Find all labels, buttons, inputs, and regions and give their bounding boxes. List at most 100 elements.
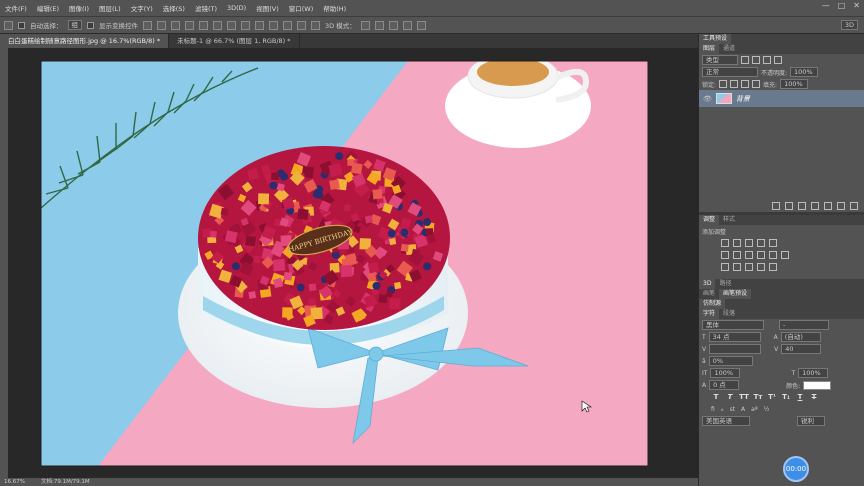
close-icon[interactable]: ✕ (853, 1, 860, 10)
distribute-top-icon[interactable] (227, 20, 236, 30)
filter-pixel-icon[interactable] (741, 56, 749, 64)
menu-type[interactable]: 文字(Y) (126, 3, 158, 13)
tab-untitled-document[interactable]: 未标题-1 @ 66.7% (图层 1, RGB/8) * (169, 34, 300, 48)
vscale-input[interactable]: 100% (710, 368, 741, 378)
tab-paragraph[interactable]: 段落 (719, 309, 739, 319)
fraction-icon[interactable]: ½ (764, 406, 770, 413)
distribute-bottom-icon[interactable] (255, 20, 264, 30)
color-lookup-icon[interactable] (781, 251, 789, 259)
brightness-icon[interactable] (721, 239, 729, 247)
baseline-input[interactable]: 0 点 (709, 380, 740, 390)
align-hcenter-icon[interactable] (199, 20, 208, 30)
new-layer-icon[interactable] (837, 202, 845, 210)
filter-shape-icon[interactable] (774, 56, 782, 64)
link-icon[interactable] (772, 202, 780, 210)
faux-bold-button[interactable]: T (711, 393, 721, 401)
text-color-swatch[interactable] (803, 380, 832, 390)
layer-row-background[interactable]: 👁 背景 (699, 90, 864, 107)
ligature-icon[interactable]: fi (711, 406, 715, 413)
underline-button[interactable]: T (795, 393, 805, 401)
3d-drag-icon[interactable] (388, 20, 398, 30)
threshold-icon[interactable] (745, 263, 753, 271)
workspace-select[interactable]: 3D (840, 20, 858, 30)
distribute-vcenter-icon[interactable] (241, 20, 250, 30)
maximize-icon[interactable]: □ (838, 1, 846, 10)
3d-scale-icon[interactable] (416, 20, 426, 30)
bw-icon[interactable] (745, 251, 753, 259)
menu-filter[interactable]: 滤镜(T) (190, 3, 222, 13)
menu-help[interactable]: 帮助(H) (318, 3, 351, 13)
zoom-level[interactable]: 16.67% (4, 478, 25, 486)
exposure-icon[interactable] (757, 239, 765, 247)
tab-channels[interactable]: 通道 (719, 44, 739, 54)
ordinal-icon[interactable]: aª (751, 406, 758, 413)
tab-clone-source[interactable]: 仿制源 (699, 299, 726, 309)
lock-position-icon[interactable] (741, 80, 750, 88)
balance-icon[interactable] (733, 251, 741, 259)
faux-italic-button[interactable]: T (725, 393, 735, 401)
tsume-input[interactable]: 0% (708, 356, 753, 366)
distribute-right-icon[interactable] (297, 20, 306, 30)
tab-brush-presets[interactable]: 画笔预设 (719, 289, 752, 299)
lock-image-icon[interactable] (730, 80, 739, 88)
minimize-icon[interactable]: — (822, 1, 830, 10)
target-select[interactable]: 组 (67, 20, 82, 30)
language-select[interactable]: 美国英语 (702, 416, 750, 426)
3d-slide-icon[interactable] (402, 20, 412, 30)
font-size-input[interactable]: 34 点 (708, 332, 761, 342)
trash-icon[interactable] (850, 202, 858, 210)
fx-icon[interactable] (785, 202, 793, 210)
selective-color-icon[interactable] (769, 263, 777, 271)
tab-cake-document[interactable]: 白白蛋糕绘制随意路径图形.jpg @ 16.7%(RGB/8) * (0, 34, 170, 48)
font-family-select[interactable]: 黑体 (702, 320, 764, 330)
tab-layers[interactable]: 图层 (699, 44, 720, 54)
opacity-input[interactable]: 100% (790, 67, 819, 77)
titling-icon[interactable]: A (741, 406, 745, 413)
gradient-map-icon[interactable] (757, 263, 765, 271)
font-style-select[interactable]: - (779, 320, 829, 330)
superscript-button[interactable]: T¹ (767, 393, 777, 401)
folder-icon[interactable] (824, 202, 832, 210)
tab-tool-presets[interactable]: 工具预设 (699, 34, 732, 44)
kerning-input[interactable] (709, 344, 762, 354)
menu-select[interactable]: 选择(S) (158, 3, 190, 13)
curves-icon[interactable] (745, 239, 753, 247)
distribute-left-icon[interactable] (269, 20, 278, 30)
menu-3d[interactable]: 3D(D) (222, 4, 251, 12)
tracking-input[interactable]: 40 (781, 344, 822, 354)
tab-adjustments[interactable]: 调整 (699, 215, 720, 225)
tab-paths[interactable]: 路径 (715, 279, 735, 289)
menu-window[interactable]: 窗口(W) (284, 3, 319, 13)
levels-icon[interactable] (733, 239, 741, 247)
menu-image[interactable]: 图像(I) (64, 3, 94, 13)
distribute-hcenter-icon[interactable] (283, 20, 292, 30)
canvas-area[interactable]: HAPPY BIRTHDAY (8, 48, 698, 478)
filter-type-icon[interactable] (763, 56, 771, 64)
eye-icon[interactable]: 👁 (703, 95, 712, 103)
vibrance-icon[interactable] (721, 251, 729, 259)
layer-kind-select[interactable]: 类型 (702, 55, 738, 65)
posterize-icon[interactable] (733, 263, 741, 271)
menu-file[interactable]: 文件(F) (0, 3, 32, 13)
3d-rotate-icon[interactable] (360, 20, 370, 30)
filter-adjust-icon[interactable] (752, 56, 760, 64)
stylistic-icon[interactable]: st (730, 406, 735, 413)
subscript-button[interactable]: T₁ (781, 393, 791, 401)
gradient-triangle-icon[interactable] (769, 239, 777, 247)
tab-brush[interactable]: 画笔 (699, 289, 719, 299)
leading-input[interactable]: (自动) (780, 332, 821, 342)
tab-styles[interactable]: 样式 (719, 215, 739, 225)
all-caps-button[interactable]: TT (739, 393, 749, 401)
mask-icon[interactable] (798, 202, 806, 210)
tools-panel-collapsed[interactable] (0, 48, 8, 478)
3d-roll-icon[interactable] (374, 20, 384, 30)
small-caps-button[interactable]: Tт (753, 393, 763, 401)
align-bottom-icon[interactable] (171, 20, 180, 30)
swash-icon[interactable]: ℴ (721, 406, 724, 413)
channel-mixer-icon[interactable] (769, 251, 777, 259)
align-right-icon[interactable] (213, 20, 222, 30)
menu-layer[interactable]: 图层(L) (94, 3, 126, 13)
hscale-input[interactable]: 100% (798, 368, 829, 378)
menu-view[interactable]: 视图(V) (251, 3, 284, 13)
adjustment-icon[interactable] (811, 202, 819, 210)
